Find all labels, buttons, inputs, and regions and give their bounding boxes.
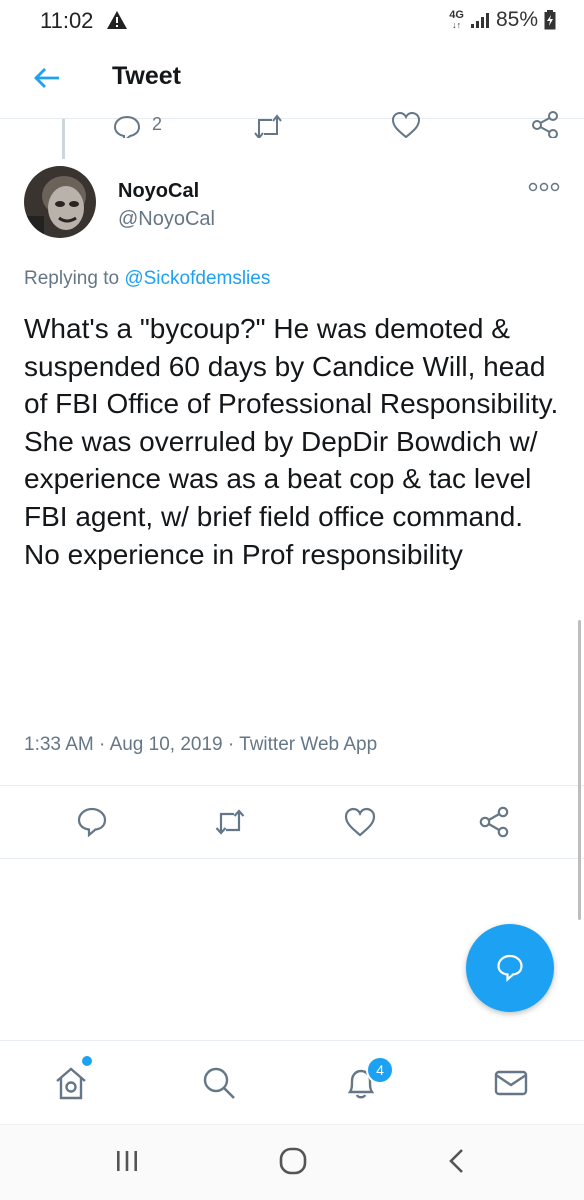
battery-percent: 85% [495,8,538,31]
tweet-text: What's a "bycoup?" He was demoted & susp… [24,313,567,570]
status-time: 11:02 [40,8,128,34]
tweet-meta: 1:33 AM · Aug 10, 2019 · Twitter Web App [24,734,377,756]
reply-icon [77,807,107,838]
home-circle-icon [279,1147,307,1175]
recent-apps-button[interactable] [114,1148,140,1179]
previous-tweet-actions: 2 [0,104,584,138]
avatar[interactable] [24,166,96,238]
back-button[interactable] [32,58,64,98]
prev-reply-count: 2 [152,114,163,134]
search-icon [203,1067,235,1099]
battery-icon [544,10,556,30]
arrow-left-icon [34,68,59,88]
heart-icon [391,111,421,138]
tweet-time: 1:33 AM [24,734,94,755]
prev-share-button[interactable] [530,110,560,138]
actions-divider [0,858,584,859]
like-button[interactable] [340,802,380,842]
home-system-button[interactable] [278,1146,308,1181]
prev-reply-button[interactable] [112,114,142,138]
reply-icon [497,954,523,982]
tweet-source[interactable]: Twitter Web App [239,734,377,755]
recent-apps-icon [117,1151,137,1171]
replying-to: Replying to @Sickofdemslies [24,268,270,290]
retweet-icon [215,809,245,835]
prev-like-button[interactable] [390,110,422,138]
meta-divider [0,785,584,786]
screen: 11:02 4G ↓↑ 85% Tweet 2 NoyoCal @NoyoCal… [0,0,584,1200]
nav-messages[interactable] [492,1064,530,1107]
prev-retweet-button[interactable] [252,112,284,138]
home-icon [56,1067,86,1100]
tweet-date: Aug 10, 2019 [109,734,223,755]
notifications-badge: 4 [366,1056,394,1084]
avatar-image [24,166,96,238]
share-button[interactable] [474,802,514,842]
compose-reply-button[interactable] [466,924,554,1012]
page-title: Tweet [112,62,181,90]
chevron-left-icon [449,1149,463,1173]
home-unread-dot [82,1056,92,1066]
author-name[interactable]: NoyoCal [118,180,199,203]
more-icon [528,182,560,192]
scrollbar[interactable] [578,620,581,920]
meta-separator: · [99,734,106,755]
heart-icon [344,807,376,837]
nav-home[interactable] [52,1064,90,1107]
share-icon [479,806,509,838]
warning-icon [106,11,127,29]
thread-line [62,119,65,159]
more-options-button[interactable] [528,180,560,198]
meta-separator: · [227,734,235,755]
mail-icon [494,1070,528,1096]
nav-search[interactable] [200,1064,238,1107]
back-system-button[interactable] [444,1146,470,1181]
replying-to-mention[interactable]: @Sickofdemslies [124,268,270,289]
network-indicator: 4G ↓↑ [449,9,464,31]
retweet-button[interactable] [210,802,250,842]
replying-to-prefix: Replying to [24,268,125,289]
reply-icon [113,115,141,138]
signal-icon [470,13,489,28]
retweet-icon [254,114,282,138]
status-right: 4G ↓↑ 85% [449,8,556,32]
share-icon [532,111,558,138]
author-handle[interactable]: @NoyoCal [118,208,215,231]
reply-button[interactable] [72,802,112,842]
